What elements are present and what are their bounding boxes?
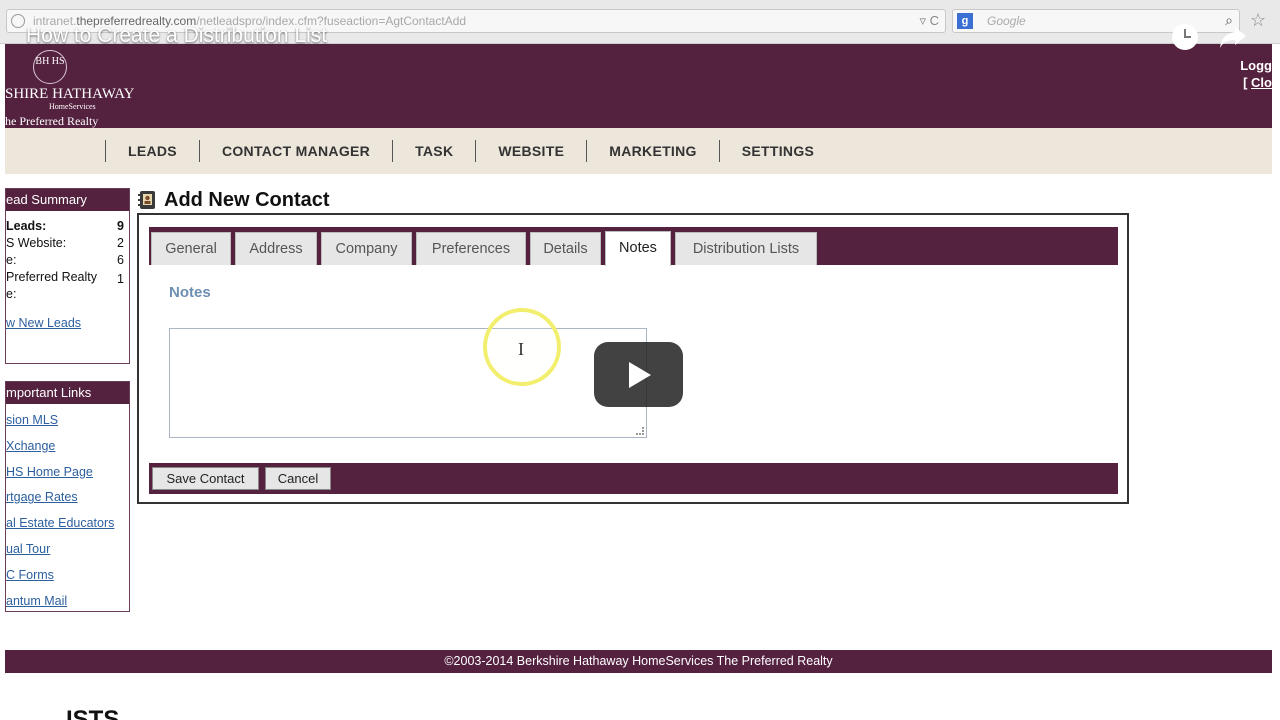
- brand-seal-logo: BH HS: [33, 50, 67, 84]
- partial-caption-text: ISTS: [66, 706, 120, 720]
- tab-distribution-lists[interactable]: Distribution Lists: [675, 232, 817, 265]
- refresh-icon[interactable]: ▿ C: [919, 13, 939, 29]
- link-quantum-mail[interactable]: antum Mail: [6, 589, 129, 611]
- lead-row-value: 1: [117, 272, 124, 286]
- link-home-page[interactable]: HS Home Page: [6, 460, 129, 486]
- notes-section-title: Notes: [169, 284, 211, 301]
- tab-general[interactable]: General: [151, 232, 231, 265]
- close-link[interactable]: [ Clo: [1243, 75, 1272, 90]
- save-contact-button[interactable]: Save Contact: [152, 467, 259, 490]
- google-icon: g: [957, 13, 973, 29]
- brand-subtitle: HomeServices: [49, 102, 96, 111]
- site-footer: ©2003-2014 Berkshire Hathaway HomeServic…: [5, 650, 1272, 673]
- tab-bar: General Address Company Preferences Deta…: [149, 227, 1118, 266]
- resize-grip-icon[interactable]: [636, 427, 644, 435]
- lead-row-value: 9: [117, 219, 124, 233]
- lead-summary-heading: ead Summary: [6, 189, 129, 211]
- nav-task[interactable]: TASK: [392, 140, 475, 162]
- link-mls[interactable]: sion MLS: [6, 408, 129, 434]
- share-icon[interactable]: [1218, 22, 1248, 52]
- important-links-panel: mportant Links sion MLS Xchange HS Home …: [5, 381, 130, 612]
- link-xchange[interactable]: Xchange: [6, 434, 129, 460]
- close-link-label[interactable]: Clo: [1251, 75, 1272, 90]
- lead-row-website: S Website: 2: [6, 236, 129, 253]
- lead-row-label: e:: [6, 287, 17, 301]
- lead-row-value: 2: [117, 236, 124, 250]
- link-virtual-tour[interactable]: ual Tour: [6, 537, 129, 563]
- bookmark-star-icon[interactable]: ☆: [1250, 10, 1266, 31]
- tab-company[interactable]: Company: [321, 232, 412, 265]
- tab-address[interactable]: Address: [235, 232, 317, 265]
- watch-later-icon[interactable]: [1172, 24, 1198, 50]
- site-header: BH HS SHIRE HATHAWAY HomeServices he Pre…: [5, 44, 1272, 128]
- video-title[interactable]: How to Create a Distribution List: [26, 24, 327, 48]
- lead-row-value: 6: [117, 253, 124, 267]
- nav-settings[interactable]: SETTINGS: [718, 140, 836, 162]
- video-frame: intranet.thepreferredrealty.com/netleads…: [0, 0, 1280, 720]
- lead-row-label: S Website:: [6, 236, 67, 250]
- view-new-leads-link[interactable]: w New Leads: [6, 316, 129, 330]
- link-forms[interactable]: C Forms: [6, 563, 129, 589]
- nav-website[interactable]: WEBSITE: [475, 140, 586, 162]
- lead-row-label: Leads:: [6, 219, 47, 233]
- office-name: he Preferred Realty: [5, 114, 99, 128]
- cancel-button[interactable]: Cancel: [265, 467, 331, 490]
- link-real-estate-educators[interactable]: al Estate Educators: [6, 511, 129, 537]
- logged-in-text: Logg: [1240, 58, 1272, 73]
- play-icon[interactable]: [594, 342, 683, 407]
- tab-notes[interactable]: Notes: [605, 231, 671, 266]
- tab-preferences[interactable]: Preferences: [416, 232, 526, 265]
- important-links-heading: mportant Links: [6, 382, 129, 404]
- browser-search[interactable]: g Google ⌕: [952, 9, 1240, 33]
- nav-leads[interactable]: LEADS: [105, 140, 199, 162]
- text-cursor-icon: I: [518, 339, 524, 359]
- contact-book-icon: [138, 191, 155, 209]
- tab-details[interactable]: Details: [530, 232, 601, 265]
- brand-name: SHIRE HATHAWAY: [5, 86, 135, 102]
- close-bracket: [: [1243, 75, 1248, 90]
- lead-row-other: e: 6: [6, 253, 129, 270]
- lead-row-total: Leads: 9: [6, 219, 129, 236]
- page-title: Add New Contact: [164, 189, 330, 211]
- nav-marketing[interactable]: MARKETING: [586, 140, 718, 162]
- form-action-bar: Save Contact Cancel: [149, 463, 1118, 494]
- nav-contact-manager[interactable]: CONTACT MANAGER: [198, 140, 392, 162]
- main-nav: LEADS CONTACT MANAGER TASK WEBSITE MARKE…: [5, 128, 1272, 174]
- search-placeholder: Google: [987, 14, 1026, 28]
- lead-summary-panel: ead Summary Leads: 9 S Website: 2 e: 6 P…: [5, 188, 130, 364]
- link-mortgage-rates[interactable]: rtgage Rates: [6, 485, 129, 511]
- lead-row-preferred-cont: e:: [6, 287, 129, 304]
- lead-row-preferred: Preferred Realty 1: [6, 270, 129, 287]
- lead-row-label: e:: [6, 253, 17, 267]
- lead-row-label: Preferred Realty: [6, 270, 98, 284]
- globe-icon: [11, 14, 25, 28]
- notes-textarea[interactable]: [169, 328, 647, 438]
